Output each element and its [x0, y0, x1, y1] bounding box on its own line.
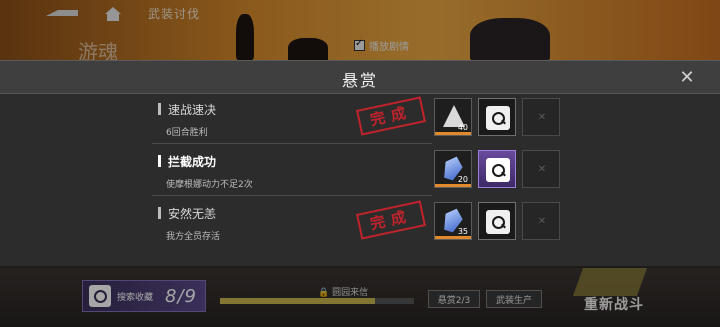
- reward-slot-empty: ✕: [522, 202, 560, 240]
- reward-slot-empty: ✕: [522, 98, 560, 136]
- reward-quantity: 20: [457, 175, 468, 184]
- empty-slot-icon: ✕: [537, 112, 547, 123]
- row-divider: [152, 143, 432, 144]
- qty-underline: [435, 184, 471, 187]
- reward-quantity: 35: [457, 227, 468, 236]
- completed-stamp: 完成: [356, 96, 426, 136]
- task-marker: [158, 103, 161, 115]
- task-title: 拦截成功: [168, 155, 217, 169]
- close-icon[interactable]: ✕: [676, 67, 698, 89]
- reward-slot-empty: ✕: [522, 150, 560, 188]
- task-row: 安然无恙 我方全员存活 完成 35 ✕: [152, 200, 570, 248]
- reward-quantity: 40: [457, 123, 468, 132]
- task-description: 6回合胜利: [166, 128, 208, 138]
- task-title: 安然无恙: [168, 207, 217, 221]
- completed-stamp: 完成: [356, 200, 426, 240]
- task-marker: [158, 155, 161, 167]
- empty-slot-icon: ✕: [537, 164, 547, 175]
- scan-icon: [486, 106, 510, 130]
- task-marker: [158, 207, 161, 219]
- qty-underline: [435, 236, 471, 239]
- task-row: 速战速决 6回合胜利 完成 40 ✕: [152, 96, 570, 144]
- reward-slot[interactable]: [478, 98, 516, 136]
- reward-slot[interactable]: 40: [434, 98, 472, 136]
- empty-slot-icon: ✕: [537, 216, 547, 227]
- reward-slot[interactable]: [478, 150, 516, 188]
- modal-title: 悬赏: [341, 71, 378, 90]
- scan-icon: [486, 158, 510, 182]
- task-description: 使摩根娜动力不足2次: [166, 180, 253, 190]
- reward-slot[interactable]: 20: [434, 150, 472, 188]
- task-title: 速战速决: [168, 103, 217, 117]
- task-row: 拦截成功 使摩根娜动力不足2次 20 ✕: [152, 148, 570, 196]
- qty-underline: [435, 132, 471, 135]
- task-description: 我方全员存活: [166, 232, 221, 242]
- scan-icon: [486, 210, 510, 234]
- reward-slot[interactable]: 35: [434, 202, 472, 240]
- reward-slot[interactable]: [478, 202, 516, 240]
- row-divider: [152, 195, 432, 196]
- modal-header: 悬赏 ✕: [0, 60, 720, 94]
